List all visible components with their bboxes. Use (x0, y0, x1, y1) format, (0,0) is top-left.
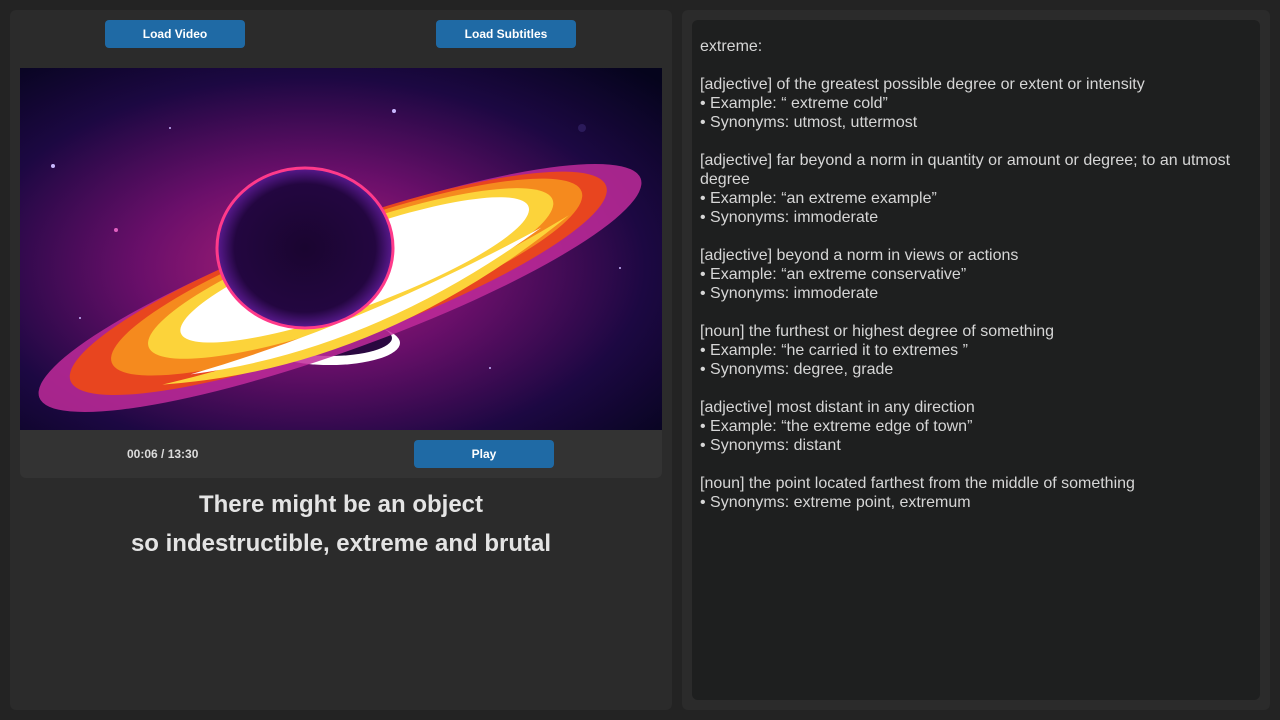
subtitle-line-2[interactable]: so indestructible, extreme and brutal (20, 523, 662, 562)
sense-definition: [adjective] of the greatest possible deg… (700, 76, 1145, 93)
sense-synonyms: • Synonyms: immoderate (700, 209, 879, 226)
sense-synonyms: • Synonyms: distant (700, 437, 841, 454)
sense-entry: [adjective] most distant in any directio… (700, 398, 1252, 455)
sense-synonyms: • Synonyms: extreme point, extremum (700, 494, 971, 511)
play-button[interactable]: Play (414, 440, 554, 468)
sense-synonyms: • Synonyms: immoderate (700, 285, 879, 302)
video-panel: Load Video Load Subtitles 00:06 / 13:30 … (10, 10, 672, 710)
dictionary-panel: extreme: [adjective] of the greatest pos… (682, 10, 1270, 710)
sense-example: • Example: “an extreme conservative” (700, 266, 967, 283)
time-display: 00:06 / 13:30 (127, 447, 199, 461)
player-controls: 00:06 / 13:30 Play (20, 430, 662, 478)
sense-entry: [adjective] far beyond a norm in quantit… (700, 151, 1252, 227)
dictionary-textbox[interactable]: extreme: [adjective] of the greatest pos… (692, 20, 1260, 700)
sense-entry: [noun] the furthest or highest degree of… (700, 322, 1252, 379)
sense-example: • Example: “an extreme example” (700, 190, 937, 207)
sense-definition: [adjective] beyond a norm in views or ac… (700, 247, 1019, 264)
sense-synonyms: • Synonyms: utmost, uttermost (700, 114, 918, 131)
sense-definition: [noun] the point located farthest from t… (700, 475, 1135, 492)
sense-definition: [noun] the furthest or highest degree of… (700, 323, 1055, 340)
sense-synonyms: • Synonyms: degree, grade (700, 361, 894, 378)
sense-entry: [adjective] beyond a norm in views or ac… (700, 246, 1252, 303)
black-hole-image (20, 68, 662, 430)
subtitle-area: There might be an object so indestructib… (20, 484, 662, 562)
sense-entry: [adjective] of the greatest possible deg… (700, 75, 1252, 132)
subtitle-line-1[interactable]: There might be an object (20, 484, 662, 523)
sense-definition: [adjective] far beyond a norm in quantit… (700, 152, 1231, 188)
sense-definition: [adjective] most distant in any directio… (700, 399, 975, 416)
load-subtitles-button[interactable]: Load Subtitles (436, 20, 576, 48)
load-video-button[interactable]: Load Video (105, 20, 245, 48)
sense-entry: [noun] the point located farthest from t… (700, 474, 1252, 512)
sense-example: • Example: “the extreme edge of town” (700, 418, 973, 435)
dictionary-word: extreme: (700, 38, 763, 55)
video-frame[interactable] (20, 68, 662, 430)
sense-example: • Example: “ extreme cold” (700, 95, 888, 112)
sense-example: • Example: “he carried it to extremes ” (700, 342, 968, 359)
